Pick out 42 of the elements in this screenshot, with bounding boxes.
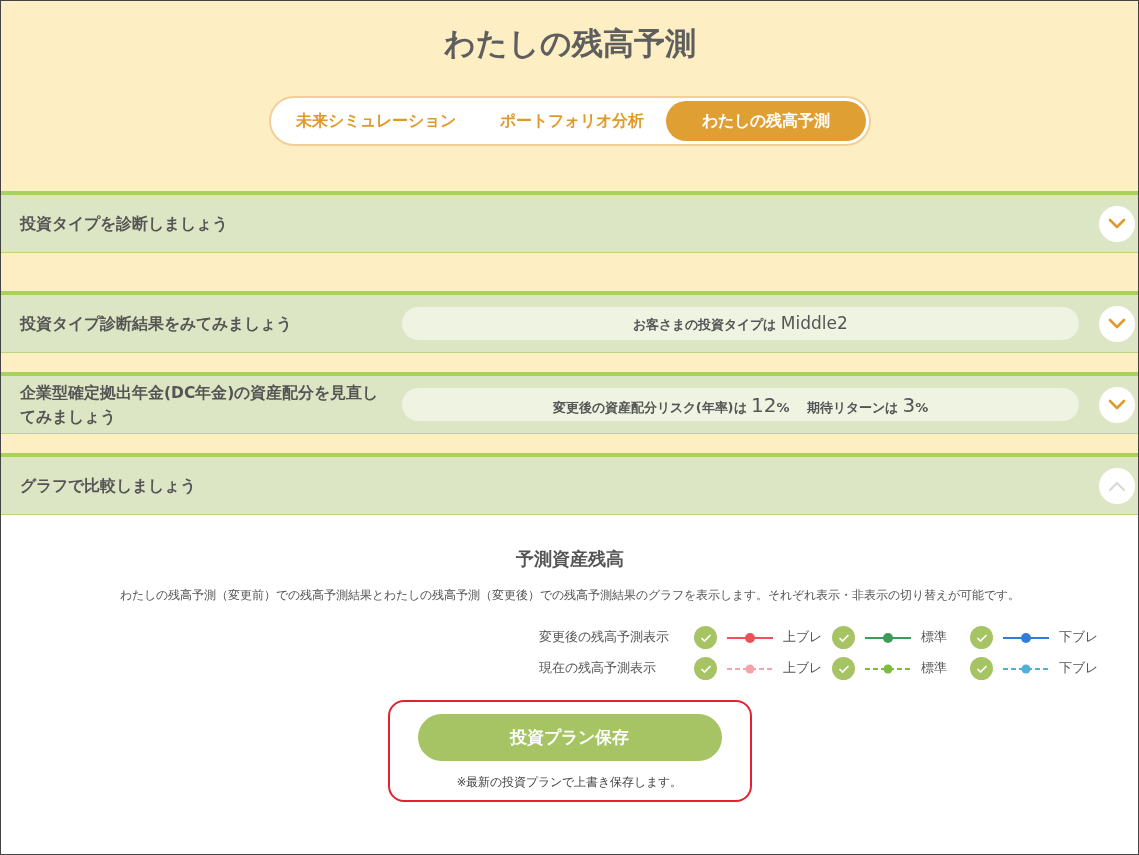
legend-label: 下ブレ — [1059, 660, 1098, 677]
legend-label: 標準 — [921, 629, 947, 646]
section-title: 企業型確定拠出年金(DC年金)の資産配分を見直してみましょう — [20, 382, 380, 428]
checkbox[interactable] — [832, 657, 855, 680]
toggle-button[interactable] — [1099, 467, 1135, 504]
chevron-down-icon — [1108, 217, 1126, 230]
toggle-button[interactable] — [1099, 386, 1135, 423]
toggle-button[interactable] — [1099, 305, 1135, 342]
toggle-button[interactable] — [1099, 205, 1135, 242]
legend-label: 上ブレ — [783, 660, 822, 677]
checkbox[interactable] — [694, 626, 717, 649]
chevron-down-icon — [1108, 398, 1126, 411]
section-title: 投資タイプを診断しましょう — [20, 213, 229, 235]
checkbox[interactable] — [694, 657, 717, 680]
section-header[interactable]: 投資タイプを診断しましょう — [1, 191, 1138, 253]
section-title: 投資タイプ診断結果をみてみましょう — [20, 313, 293, 335]
chevron-down-icon — [1108, 317, 1126, 330]
checkmark-icon — [699, 663, 712, 674]
description-text: わたしの残高予測（変更前）での残高予測結果とわたしの残高予測（変更後）での残高予測結果のグラフを表示します。それぞれ表示・非表示の切り替えが可能です。 — [119, 587, 1020, 604]
section-header[interactable]: グラフで比較しましょう — [1, 453, 1138, 515]
checkmark-icon — [837, 663, 850, 674]
checkmark-icon — [975, 632, 988, 643]
section-header[interactable]: 投資タイプ診断結果をみてみましょう お客さまの投資タイプは Middle2 — [1, 291, 1138, 353]
checkbox[interactable] — [970, 657, 993, 680]
section-header[interactable]: 企業型確定拠出年金(DC年金)の資産配分を見直してみましょう 変更後の資産配分リスク(年率)は 12% 期待リターンは 3% — [1, 372, 1138, 434]
legend-row-label: 変更後の残高予測表示 — [539, 629, 670, 646]
checkmark-icon — [975, 663, 988, 674]
legend-label: 標準 — [921, 660, 947, 677]
summary-text: お客さまの投資タイプは Middle2 — [633, 313, 848, 334]
panel-title: 予測資産残高 — [515, 547, 624, 571]
checkbox[interactable] — [832, 626, 855, 649]
legend-label: 上ブレ — [783, 629, 822, 646]
checkmark-icon — [699, 632, 712, 643]
save-note: ※最新の投資プランで上書き保存します。 — [456, 775, 683, 790]
chevron-up-icon — [1108, 479, 1126, 492]
legend-label: 下ブレ — [1059, 629, 1098, 646]
checkbox[interactable] — [970, 626, 993, 649]
section-title: グラフで比較しましょう — [20, 475, 197, 497]
checkmark-icon — [837, 632, 850, 643]
page-title: わたしの残高予測 — [443, 24, 696, 63]
legend-row-label: 現在の残高予測表示 — [539, 660, 657, 677]
summary-text: 変更後の資産配分リスク(年率)は 12% 期待リターンは 3% — [552, 392, 929, 417]
